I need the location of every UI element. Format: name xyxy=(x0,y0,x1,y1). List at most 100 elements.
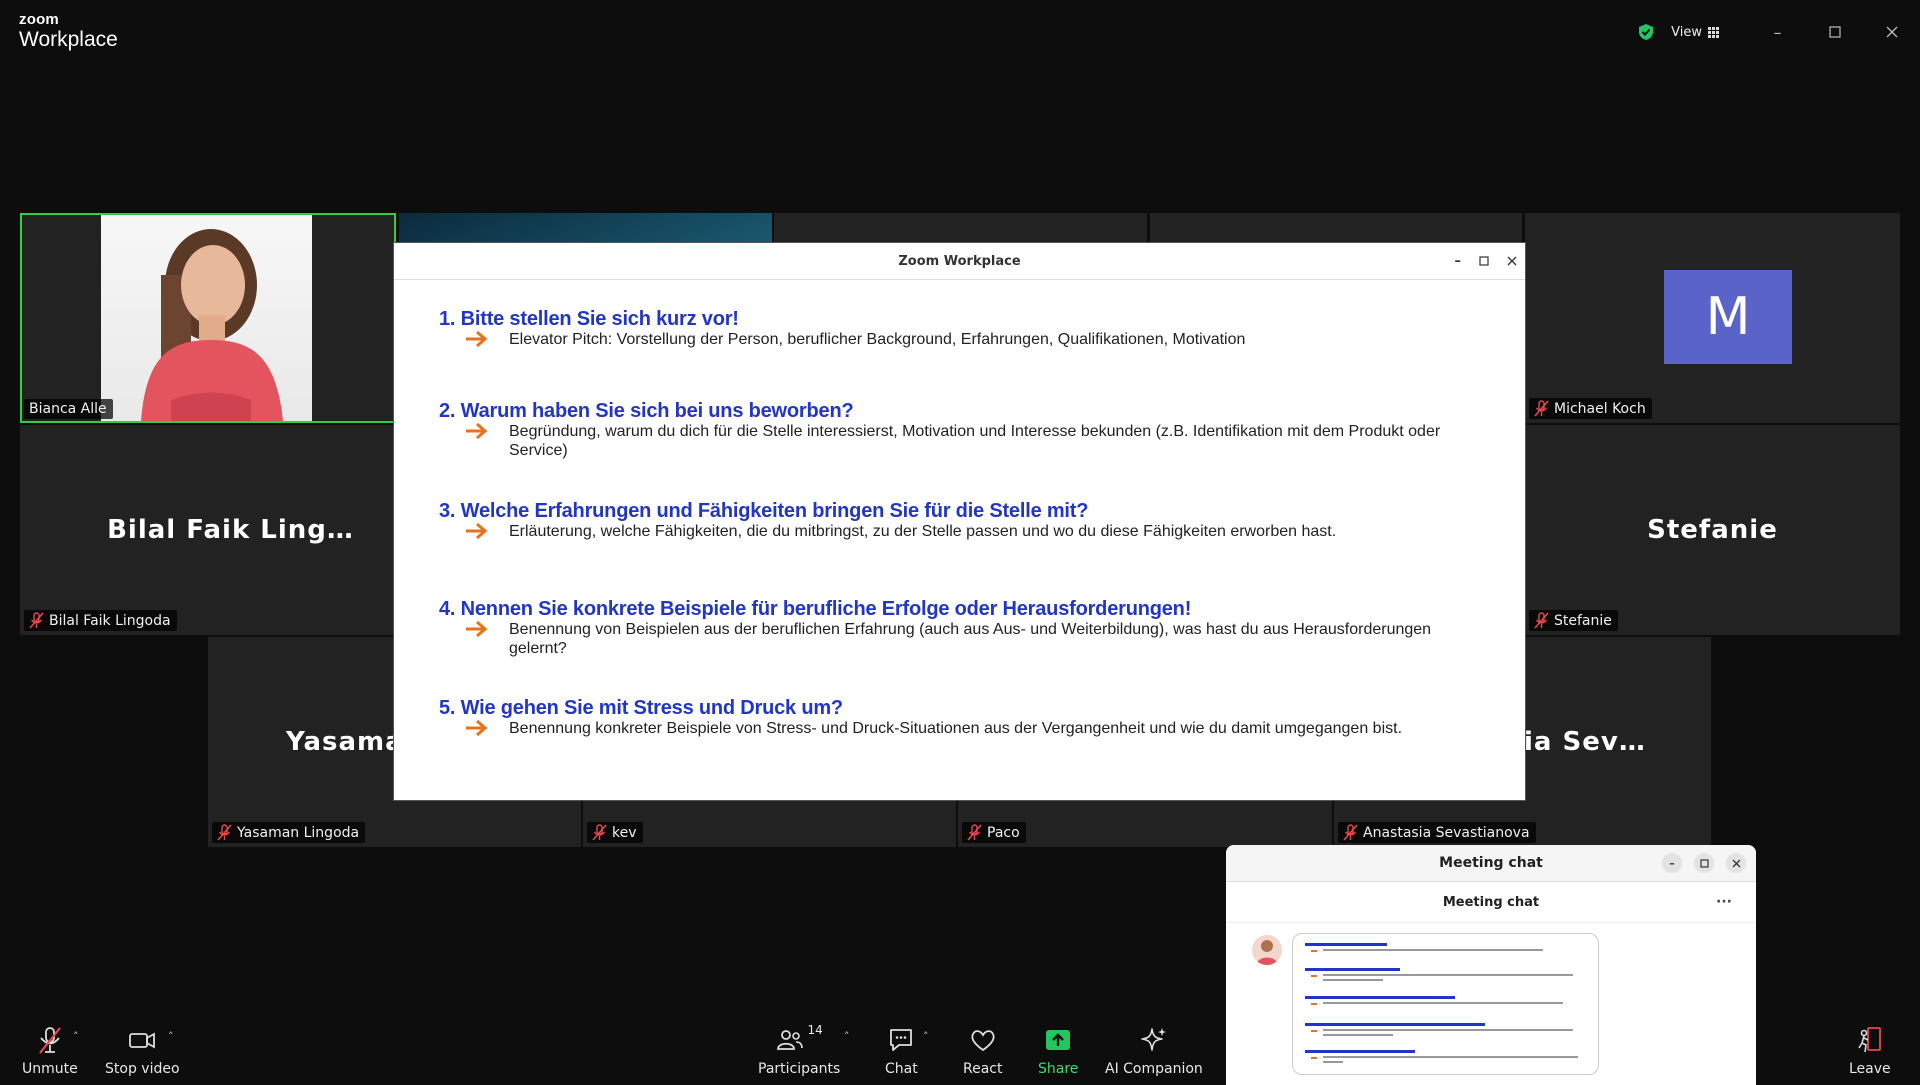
name-tag-paco: Paco xyxy=(962,822,1026,843)
share-label: Share xyxy=(1038,1061,1079,1077)
react-button[interactable]: React xyxy=(963,1025,1002,1077)
chat-header-title: Meeting chat xyxy=(1442,894,1540,910)
chat-close-button[interactable] xyxy=(1726,853,1746,873)
video-tile-bianca[interactable]: Bianca Alle xyxy=(20,213,396,423)
maximize-button[interactable] xyxy=(1806,14,1863,50)
audio-options-caret-icon[interactable]: ˄ xyxy=(73,1030,79,1043)
chat-maximize-button[interactable] xyxy=(1694,853,1714,873)
question-title: 1. Bitte stellen Sie sich kurz vor! xyxy=(439,308,739,330)
muted-mic-icon xyxy=(217,824,232,841)
chat-header: Meeting chat ··· xyxy=(1226,882,1756,923)
participants-icon xyxy=(777,1030,804,1050)
question-block-1: 1. Bitte stellen Sie sich kurz vor! Elev… xyxy=(439,308,1469,352)
shared-window-controls: – xyxy=(1455,243,1518,279)
question-title: 3. Welche Erfahrungen und Fähigkeiten br… xyxy=(439,500,1089,522)
participant-name: Paco xyxy=(987,824,1020,841)
view-label: View xyxy=(1671,24,1702,40)
question-block-4: 4. Nennen Sie konkrete Beispiele für ber… xyxy=(439,598,1469,658)
muted-mic-icon xyxy=(1343,824,1358,841)
chat-window-title: Meeting chat xyxy=(1439,855,1543,871)
participant-name: kev xyxy=(612,824,637,841)
chat-image-attachment[interactable] xyxy=(1292,933,1599,1075)
question-title: 5. Wie gehen Sie mit Stress und Druck um… xyxy=(439,697,843,719)
chat-bubble-icon xyxy=(890,1029,913,1051)
video-camera-icon xyxy=(129,1032,156,1049)
question-block-5: 5. Wie gehen Sie mit Stress und Druck um… xyxy=(439,697,1469,741)
name-tag-yasaman: Yasaman Lingoda xyxy=(212,822,366,843)
close-icon xyxy=(1886,26,1897,38)
name-tag-bianca: Bianca Alle xyxy=(24,399,113,419)
maximize-icon xyxy=(1699,858,1709,868)
name-tag-kev: kev xyxy=(587,822,643,843)
minimize-icon: – xyxy=(1773,22,1782,42)
more-options-icon[interactable]: ··· xyxy=(1716,894,1732,910)
participant-display-name: Stefanie xyxy=(1647,515,1778,545)
video-tile-stefanie[interactable]: Stefanie Stefanie xyxy=(1525,425,1900,635)
question-body: Begründung, warum du dich für die Stelle… xyxy=(509,423,1441,459)
question-body: Benennung von Beispielen aus der berufli… xyxy=(509,621,1432,657)
leave-door-icon xyxy=(1858,1027,1881,1053)
window-controls: View – xyxy=(1637,14,1920,50)
close-icon[interactable] xyxy=(1507,256,1517,266)
close-button[interactable] xyxy=(1863,14,1920,50)
security-shield-icon[interactable] xyxy=(1637,23,1655,41)
leave-label: Leave xyxy=(1849,1061,1891,1077)
person-silhouette-icon xyxy=(141,229,283,421)
video-feed-bianca xyxy=(101,215,312,421)
shared-window-titlebar[interactable]: Zoom Workplace – xyxy=(394,243,1525,280)
arrow-right-icon xyxy=(466,522,488,540)
participant-name: Michael Koch xyxy=(1554,400,1646,417)
leave-button[interactable]: Leave xyxy=(1849,1025,1891,1077)
question-body: Benennung konkreter Beispiele von Stress… xyxy=(509,720,1403,737)
view-button[interactable]: View xyxy=(1671,25,1719,40)
name-tag-stefanie: Stefanie xyxy=(1529,610,1618,631)
ai-companion-label: AI Companion xyxy=(1105,1061,1203,1077)
arrow-right-icon xyxy=(466,330,488,348)
grid-view-icon xyxy=(1708,26,1719,38)
question-title: 4. Nennen Sie konkrete Beispiele für ber… xyxy=(439,598,1192,620)
participant-name: Bilal Faik Lingoda xyxy=(49,612,171,629)
video-options-caret-icon[interactable]: ˄ xyxy=(168,1030,174,1043)
name-tag-anastasia: Anastasia Sevastianova xyxy=(1338,822,1536,843)
chat-label: Chat xyxy=(885,1061,918,1077)
participants-options-caret-icon[interactable]: ˄ xyxy=(844,1030,850,1043)
question-block-3: 3. Welche Erfahrungen und Fähigkeiten br… xyxy=(439,500,1469,544)
chat-button[interactable]: Chat xyxy=(885,1025,918,1077)
video-tile-michael[interactable]: M Michael Koch xyxy=(1525,213,1900,423)
chat-minimize-button[interactable]: – xyxy=(1662,853,1682,873)
ai-companion-button[interactable]: AI Companion xyxy=(1105,1025,1203,1077)
question-body: Elevator Pitch: Vorstellung der Person, … xyxy=(509,331,1246,348)
muted-mic-icon xyxy=(39,1027,61,1054)
unmute-button[interactable]: Unmute xyxy=(22,1025,78,1077)
minimize-icon: – xyxy=(1669,856,1675,870)
share-button[interactable]: Share xyxy=(1038,1025,1078,1077)
question-block-2: 2. Warum haben Sie sich bei uns beworben… xyxy=(439,400,1469,460)
participants-button[interactable]: 14 Participants xyxy=(758,1023,841,1077)
minimize-button[interactable]: – xyxy=(1749,14,1806,50)
video-tile-bilal[interactable]: Bilal Faik Ling… Bilal Faik Lingoda xyxy=(20,425,396,635)
participant-display-name: Bilal Faik Ling… xyxy=(107,515,354,545)
chat-options-caret-icon[interactable]: ˄ xyxy=(923,1030,929,1043)
muted-mic-icon xyxy=(1534,400,1549,417)
muted-mic-icon xyxy=(1534,612,1549,629)
chat-window-titlebar[interactable]: Meeting chat – xyxy=(1226,845,1756,882)
participant-name: Anastasia Sevastianova xyxy=(1363,824,1530,841)
participant-name: Bianca Alle xyxy=(29,401,107,417)
maximize-icon[interactable] xyxy=(1479,256,1489,266)
participants-label: Participants xyxy=(758,1061,841,1077)
minimize-icon[interactable]: – xyxy=(1455,254,1462,269)
participants-count: 14 xyxy=(807,1023,823,1037)
name-tag-bilal: Bilal Faik Lingoda xyxy=(24,610,177,631)
avatar-person-icon xyxy=(1256,940,1278,965)
unmute-label: Unmute xyxy=(22,1061,78,1077)
meeting-chat-window[interactable]: Meeting chat – Meeting chat ··· xyxy=(1226,845,1756,1085)
avatar-michael: M xyxy=(1664,270,1792,364)
slide-thumbnail-image xyxy=(1305,943,1578,1063)
muted-mic-icon xyxy=(967,824,982,841)
shared-screen-window[interactable]: Zoom Workplace – 1. Bitte stellen Sie si… xyxy=(394,243,1525,800)
arrow-right-icon xyxy=(466,422,488,440)
shared-window-title: Zoom Workplace xyxy=(898,253,1021,269)
arrow-right-icon xyxy=(466,620,488,638)
muted-mic-icon xyxy=(29,612,44,629)
app-brand: zoom Workplace xyxy=(19,12,118,52)
